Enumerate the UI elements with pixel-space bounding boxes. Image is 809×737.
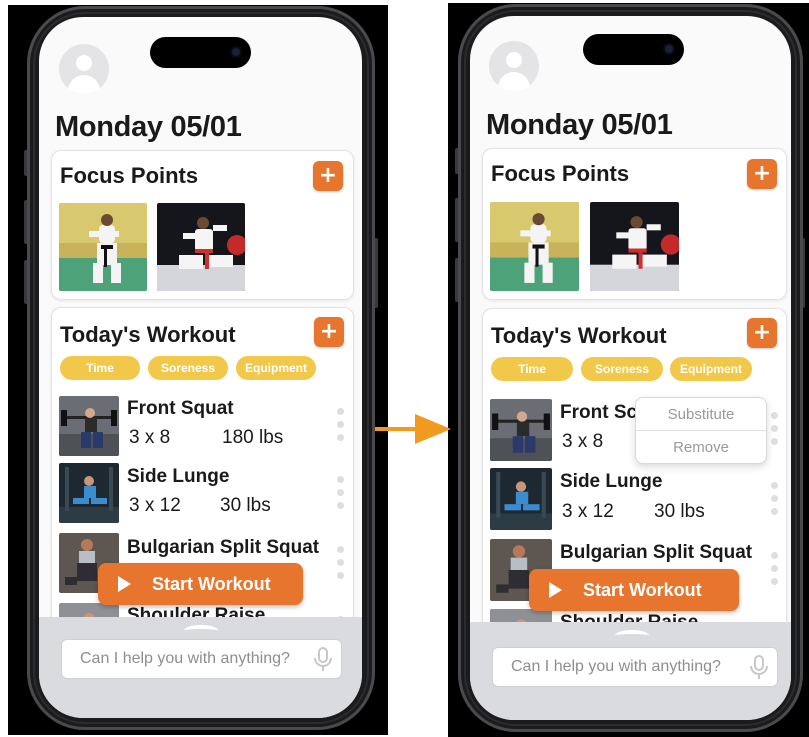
add-focus-point-button[interactable]: + xyxy=(747,159,777,189)
exercise-name-1[interactable]: Front Squat xyxy=(127,398,234,420)
remove-option[interactable]: Remove xyxy=(636,439,766,456)
exercise-sets-2: 3 x 12 xyxy=(129,495,181,516)
page-title: Monday 05/01 xyxy=(486,109,673,141)
chip-soreness[interactable]: Soreness xyxy=(581,357,663,381)
exercise-menu-handle-3[interactable] xyxy=(771,552,778,591)
focus-points-card: Focus Points + xyxy=(51,150,354,300)
camera-lens xyxy=(665,45,673,53)
chip-equipment[interactable]: Equipment xyxy=(236,356,316,380)
substitute-option[interactable]: Substitute xyxy=(636,406,766,423)
focus-image-karate-stance[interactable] xyxy=(490,202,579,291)
exercise-weight-1: 180 lbs xyxy=(222,427,284,448)
chip-time[interactable]: Time xyxy=(491,357,573,381)
exercise-weight-2: 30 lbs xyxy=(220,495,271,516)
drawer-handle[interactable] xyxy=(615,630,649,641)
add-exercise-button[interactable]: + xyxy=(747,318,777,348)
assistant-input[interactable]: Can I help you with anything? xyxy=(61,639,342,679)
microphone-icon[interactable] xyxy=(748,655,770,681)
workout-card: Today's Workout + Time Soreness Equipmen… xyxy=(482,308,787,672)
exercise-weight-2: 30 lbs xyxy=(654,501,705,522)
exercise-context-menu: Substitute Remove xyxy=(635,397,767,464)
avatar[interactable] xyxy=(59,44,109,94)
add-exercise-button[interactable]: + xyxy=(314,317,344,347)
chip-equipment[interactable]: Equipment xyxy=(670,357,752,381)
start-workout-button[interactable]: Start Workout xyxy=(98,563,303,605)
menu-divider xyxy=(636,430,766,431)
microphone-icon[interactable] xyxy=(312,647,334,673)
exercise-menu-handle-1[interactable] xyxy=(771,412,778,451)
chip-soreness[interactable]: Soreness xyxy=(148,356,228,380)
focus-image-karate-kneel[interactable] xyxy=(157,203,245,291)
focus-points-title: Focus Points xyxy=(60,163,199,188)
assistant-drawer: Can I help you with anything? xyxy=(470,622,791,720)
start-workout-button[interactable]: Start Workout xyxy=(529,569,739,611)
focus-points-card: Focus Points + xyxy=(482,148,787,300)
focus-image-karate-stance[interactable] xyxy=(59,203,147,291)
exercise-menu-handle-3[interactable] xyxy=(337,546,344,585)
focus-points-title: Focus Points xyxy=(491,161,630,186)
exercise-sets-1: 3 x 8 xyxy=(562,431,604,452)
drawer-handle[interactable] xyxy=(184,625,218,636)
page-title: Monday 05/01 xyxy=(55,111,242,143)
assistant-input[interactable]: Can I help you with anything? xyxy=(492,647,778,687)
chip-time[interactable]: Time xyxy=(60,356,140,380)
dynamic-island xyxy=(583,34,684,65)
exercise-name-2[interactable]: Side Lunge xyxy=(127,466,229,488)
avatar[interactable] xyxy=(489,41,539,91)
exercise-thumb-side-lunge[interactable] xyxy=(59,463,119,523)
exercise-name-3[interactable]: Bulgarian Split Squat xyxy=(560,542,752,564)
exercise-thumb-side-lunge[interactable] xyxy=(490,468,552,530)
focus-image-karate-kneel[interactable] xyxy=(590,202,679,291)
left-screen: Monday 05/01 Focus Points + Today's Work… xyxy=(39,17,362,718)
exercise-name-2[interactable]: Side Lunge xyxy=(560,471,662,493)
exercise-menu-handle-1[interactable] xyxy=(337,408,344,447)
workout-title: Today's Workout xyxy=(491,323,667,348)
exercise-sets-2: 3 x 12 xyxy=(562,501,614,522)
play-icon xyxy=(118,576,131,592)
play-icon xyxy=(549,582,562,598)
transition-arrow-icon xyxy=(375,414,451,444)
exercise-menu-handle-2[interactable] xyxy=(771,482,778,521)
add-focus-point-button[interactable]: + xyxy=(313,161,343,191)
exercise-thumb-front-squat[interactable] xyxy=(59,396,119,456)
exercise-name-3[interactable]: Bulgarian Split Squat xyxy=(127,537,319,559)
workout-title: Today's Workout xyxy=(60,322,236,347)
exercise-thumb-front-squat[interactable] xyxy=(490,399,552,461)
assistant-drawer: Can I help you with anything? xyxy=(39,617,362,718)
dynamic-island xyxy=(150,37,251,68)
camera-lens xyxy=(232,48,240,56)
right-screen: Monday 05/01 Focus Points + Today's Work… xyxy=(470,16,791,720)
exercise-name-1[interactable]: Front Sc xyxy=(560,402,637,424)
exercise-sets-1: 3 x 8 xyxy=(129,427,171,448)
workout-card: Today's Workout + Time Soreness Equipmen… xyxy=(51,307,354,669)
exercise-menu-handle-2[interactable] xyxy=(337,476,344,515)
